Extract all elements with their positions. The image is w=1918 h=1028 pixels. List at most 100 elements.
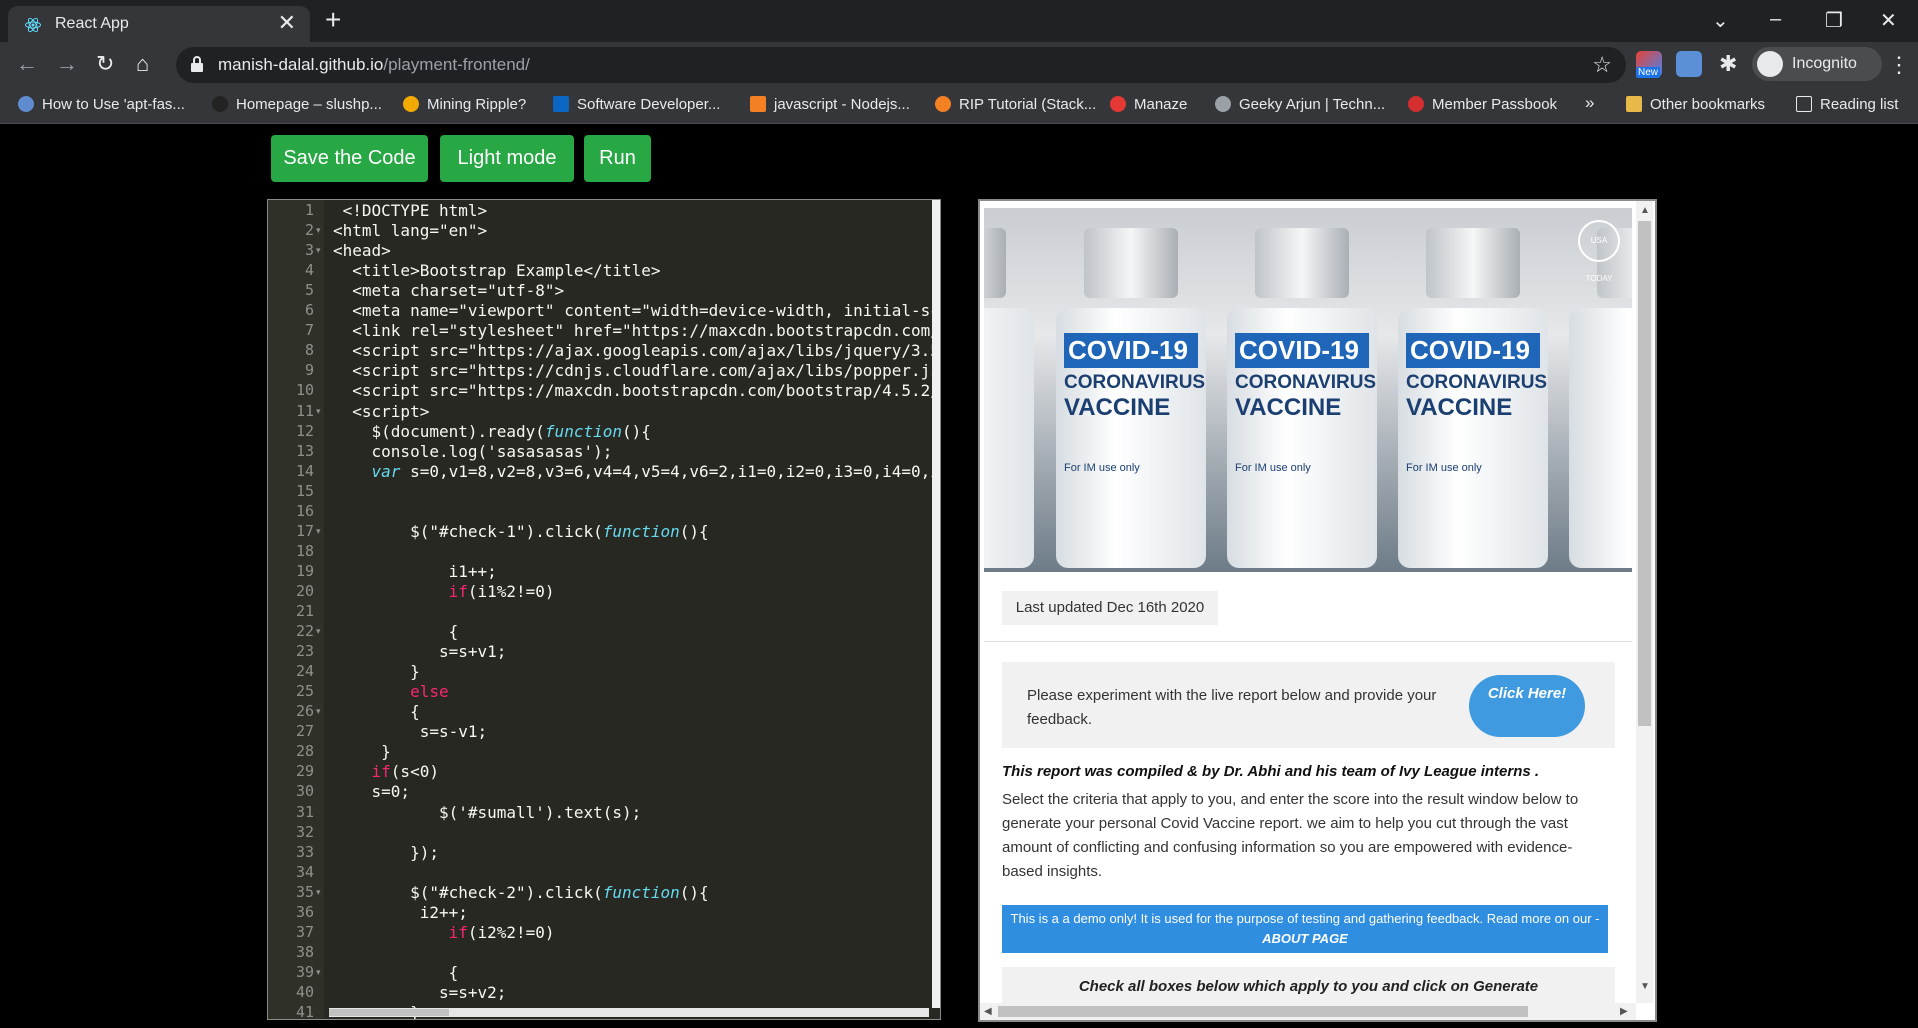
code-line[interactable]: <title>Bootstrap Example</title> [333, 261, 660, 281]
code-line[interactable]: <html lang="en"> [333, 221, 487, 241]
fold-arrow-icon[interactable]: ▾ [316, 245, 321, 256]
home-icon[interactable]: ⌂ [136, 51, 149, 77]
bookmark-item[interactable]: Geeky Arjun | Techn... [1215, 96, 1385, 113]
vial-line3: VACCINE [1235, 394, 1342, 421]
code-line[interactable]: i1++; [333, 562, 497, 582]
vial [984, 228, 1034, 568]
code-line[interactable]: else [333, 682, 449, 702]
bookmark-item[interactable]: How to Use 'apt-fas... [18, 96, 185, 113]
code-line[interactable]: if(i2%2!=0) [333, 923, 555, 943]
restore-icon[interactable]: ❐ [1825, 8, 1843, 33]
demo-text: This is a a demo only! It is used for th… [1010, 911, 1600, 926]
scroll-up-arrow-icon[interactable]: ▲ [1640, 205, 1650, 216]
other-bookmarks-label: Other bookmarks [1650, 96, 1766, 113]
fold-arrow-icon[interactable]: ▾ [316, 225, 321, 236]
code-line[interactable]: $(document).ready(function(){ [333, 422, 651, 442]
code-line[interactable]: s=s+v2; [333, 983, 506, 1003]
bookmarks-overflow-button[interactable]: » [1585, 93, 1594, 113]
extension-new-icon[interactable]: New [1636, 51, 1662, 78]
save-code-button[interactable]: Save the Code [271, 135, 428, 182]
bookmark-item[interactable]: RIP Tutorial (Stack... [935, 96, 1096, 113]
reading-list[interactable]: Reading list [1796, 96, 1898, 113]
fold-arrow-icon[interactable]: ▾ [316, 406, 321, 417]
code-line[interactable]: $("#check-1").click(function(){ [333, 522, 709, 542]
code-line[interactable]: <meta charset="utf-8"> [333, 281, 564, 301]
code-line[interactable]: s=0; [333, 782, 411, 802]
fold-arrow-icon[interactable]: ▾ [316, 967, 321, 978]
puzzle-icon[interactable]: ✱ [1719, 51, 1737, 77]
code-line[interactable]: <script src="https://cdnjs.cloudflare.co… [333, 361, 940, 381]
fold-arrow-icon[interactable]: ▾ [316, 526, 321, 537]
preview-vertical-scroll-thumb[interactable] [1638, 221, 1651, 726]
code-line[interactable]: { [333, 702, 420, 722]
minimize-icon[interactable]: – [1770, 8, 1781, 31]
code-line[interactable]: <link rel="stylesheet" href="https://max… [333, 321, 940, 341]
code-line[interactable]: }); [333, 843, 439, 863]
address-bar[interactable]: manish-dalal.github.io/playment-frontend… [176, 47, 1626, 83]
back-icon[interactable]: ← [16, 51, 38, 77]
forward-icon[interactable]: → [56, 51, 78, 77]
code-line[interactable]: <meta name="viewport" content="width=dev… [333, 301, 940, 321]
code-editor[interactable]: 1 2 ▾ 3 ▾ 4 5 6 7 8 9 10 11 ▾ 12 13 14 15 16 17 ▾ 18 19 20 21 22 ▾… [267, 199, 941, 1020]
line-number: 40 [295, 982, 314, 1001]
code-line[interactable]: { [333, 622, 459, 642]
code-line[interactable]: $('#sumall').text(s); [333, 803, 641, 823]
bookmark-item[interactable]: Mining Ripple? [403, 96, 526, 113]
new-tab-icon[interactable]: + [325, 6, 341, 34]
bookmark-label: Homepage – slushp... [236, 96, 382, 113]
code-line[interactable]: if(i1%2!=0) [333, 582, 555, 602]
run-button[interactable]: Run [584, 135, 651, 182]
scroll-right-arrow-icon[interactable]: ▶ [1620, 1006, 1628, 1017]
code-line[interactable]: i2++; [333, 903, 468, 923]
fold-arrow-icon[interactable]: ▾ [316, 887, 321, 898]
bookmark-item[interactable]: Homepage – slushp... [212, 96, 382, 113]
scroll-left-arrow-icon[interactable]: ◀ [984, 1006, 992, 1017]
incognito-indicator[interactable]: Incognito [1752, 47, 1882, 81]
bookmark-favicon-icon [1408, 96, 1424, 112]
code-line[interactable]: } [333, 662, 420, 682]
bookmark-item[interactable]: javascript - Nodejs... [750, 96, 910, 113]
bookmark-item[interactable]: Software Developer... [553, 96, 720, 113]
tab-search-icon[interactable]: ⌄ [1712, 8, 1729, 33]
code-line[interactable]: <script> [333, 402, 429, 422]
bookmark-label: Manaze [1134, 96, 1188, 113]
scroll-down-arrow-icon[interactable]: ▼ [1640, 981, 1650, 992]
editor-horizontal-scroll-thumb[interactable] [329, 1009, 449, 1016]
extension-new-badge: New [1636, 67, 1661, 78]
code-line[interactable]: { [333, 963, 459, 983]
close-tab-icon[interactable]: ✕ [278, 12, 296, 34]
code-line[interactable]: console.log('sasasasas'); [333, 442, 613, 462]
extension-icon[interactable] [1676, 51, 1702, 77]
incognito-icon [1757, 51, 1783, 77]
code-line[interactable]: } [333, 742, 391, 762]
tab-react-app[interactable]: React App ✕ [8, 6, 310, 42]
code-line[interactable]: <head> [333, 241, 391, 261]
bookmark-item[interactable]: Manaze [1110, 96, 1187, 113]
code-line[interactable]: <script src="https://ajax.googleapis.com… [333, 341, 940, 361]
code-line[interactable]: $("#check-2").click(function(){ [333, 883, 709, 903]
line-number: 22 [295, 622, 314, 641]
bookmark-item[interactable]: Member Passbook [1408, 96, 1557, 113]
fold-arrow-icon[interactable]: ▾ [316, 706, 321, 717]
menu-icon[interactable]: ⋮ [1888, 52, 1910, 78]
close-window-icon[interactable]: ✕ [1880, 8, 1897, 33]
code-line[interactable]: <!DOCTYPE html> [333, 201, 488, 221]
code-line[interactable]: var s=0,v1=8,v2=8,v3=6,v4=4,v5=4,v6=2,i1… [333, 462, 940, 482]
line-number: 4 [304, 261, 314, 280]
code-line[interactable]: s=s+v1; [333, 642, 506, 662]
preview-horizontal-scroll-thumb[interactable] [998, 1006, 1528, 1017]
fold-arrow-icon[interactable]: ▾ [316, 626, 321, 637]
bookmark-star-icon[interactable]: ☆ [1592, 52, 1612, 78]
vial-line3: VACCINE [1064, 394, 1171, 421]
reload-icon[interactable]: ↻ [96, 51, 114, 77]
code-line[interactable]: <script src="https://maxcdn.bootstrapcdn… [333, 381, 940, 401]
preview-frame[interactable]: COVID-19 CORONAVIRUS VACCINE For IM use … [978, 199, 1657, 1022]
code-line[interactable]: s=s-v1; [333, 722, 487, 742]
code-line[interactable]: if(s<0) [333, 762, 439, 782]
light-mode-button[interactable]: Light mode [440, 135, 574, 182]
click-here-button[interactable]: Click Here! [1469, 675, 1585, 737]
other-bookmarks[interactable]: Other bookmarks [1626, 96, 1765, 113]
editor-vertical-scrollbar[interactable] [932, 200, 940, 1008]
browser-tabstrip: React App ✕ + ⌄ – ❐ ✕ [0, 0, 1918, 42]
about-page-link[interactable]: ABOUT PAGE [1262, 931, 1348, 946]
